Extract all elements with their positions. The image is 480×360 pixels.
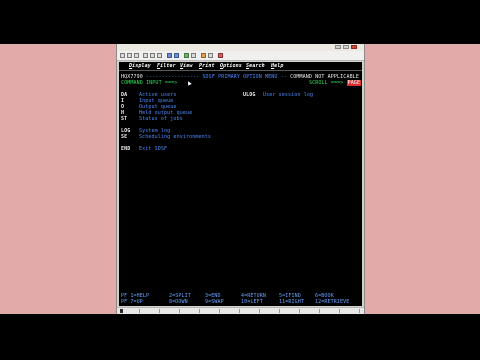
status-cell	[227, 309, 240, 313]
scroll-label: SCROLL ===>	[309, 80, 344, 86]
pf-key[interactable]: PF 7=UP	[121, 299, 143, 305]
scroll-field: SCROLL ===> PAGE	[309, 80, 362, 86]
command-input-label: COMMAND INPUT ===>	[121, 80, 178, 86]
color-icon[interactable]	[201, 53, 206, 58]
video-frame: Display Filter View Print Options Search…	[0, 0, 480, 360]
command-line: COMMAND INPUT ===>	[121, 80, 177, 86]
print-icon[interactable]	[143, 53, 148, 58]
receive-icon[interactable]	[174, 53, 179, 58]
status-cell	[167, 309, 180, 313]
menu-filter[interactable]: Filter	[157, 63, 176, 69]
terminal-emulator-window: Display Filter View Print Options Search…	[116, 44, 365, 314]
macro-icon[interactable]	[184, 53, 189, 58]
terminal-screen[interactable]: Display Filter View Print Options Search…	[119, 62, 362, 306]
emulator-status-bar	[117, 307, 364, 314]
status-cell	[267, 309, 280, 313]
menu-print[interactable]: Print	[199, 63, 215, 69]
copy-icon[interactable]	[150, 53, 155, 58]
menu-help[interactable]: Help	[271, 63, 284, 69]
new-session-icon[interactable]	[120, 53, 125, 58]
emulator-toolbar	[117, 51, 364, 61]
send-icon[interactable]	[167, 53, 172, 58]
paste-icon[interactable]	[157, 53, 162, 58]
mouse-cursor-icon	[186, 80, 192, 86]
pf-key[interactable]: 11=RIGHT	[279, 299, 304, 305]
pf-key[interactable]: 9=SWAP	[205, 299, 224, 305]
list-item[interactable]: SE Scheduling environments	[121, 134, 211, 140]
menu-search[interactable]: Search	[246, 63, 265, 69]
menu-display[interactable]: Display	[129, 63, 151, 69]
maximize-icon[interactable]	[343, 45, 349, 49]
status-cell	[307, 309, 320, 313]
status-cell	[207, 309, 220, 313]
close-icon[interactable]	[351, 45, 357, 49]
status-cell	[127, 309, 140, 313]
header-dashes-right: --	[277, 74, 291, 80]
status-cell	[347, 309, 360, 313]
save-icon[interactable]	[134, 53, 139, 58]
status-cell	[187, 309, 200, 313]
pf-key[interactable]: 12=RETRIEVE	[315, 299, 349, 305]
list-item[interactable]: ULOG User session log	[243, 92, 313, 98]
status-cell	[247, 309, 260, 313]
keypad-icon[interactable]	[191, 53, 196, 58]
status-cell	[287, 309, 300, 313]
scroll-amount-input[interactable]: PAGE	[346, 80, 362, 86]
open-icon[interactable]	[127, 53, 132, 58]
menu-options[interactable]: Options	[220, 63, 242, 69]
list-item[interactable]: END Exit SDSF	[121, 146, 167, 152]
minimize-icon[interactable]	[335, 45, 341, 49]
sdsf-action-bar: Display Filter View Print Options Search…	[119, 62, 362, 71]
cursor-indicator-icon	[120, 309, 123, 313]
settings-icon[interactable]	[208, 53, 213, 58]
list-item[interactable]: ST Status of jobs	[121, 116, 183, 122]
pf-key[interactable]: 10=LEFT	[241, 299, 263, 305]
help-icon[interactable]	[218, 53, 223, 58]
status-cell	[327, 309, 340, 313]
window-title-bar[interactable]	[117, 44, 364, 51]
status-cell	[147, 309, 160, 313]
page-title: SDSF PRIMARY OPTION MENU	[202, 74, 278, 80]
menu-view[interactable]: View	[180, 63, 193, 69]
pf-key[interactable]: 8=DOWN	[169, 299, 188, 305]
